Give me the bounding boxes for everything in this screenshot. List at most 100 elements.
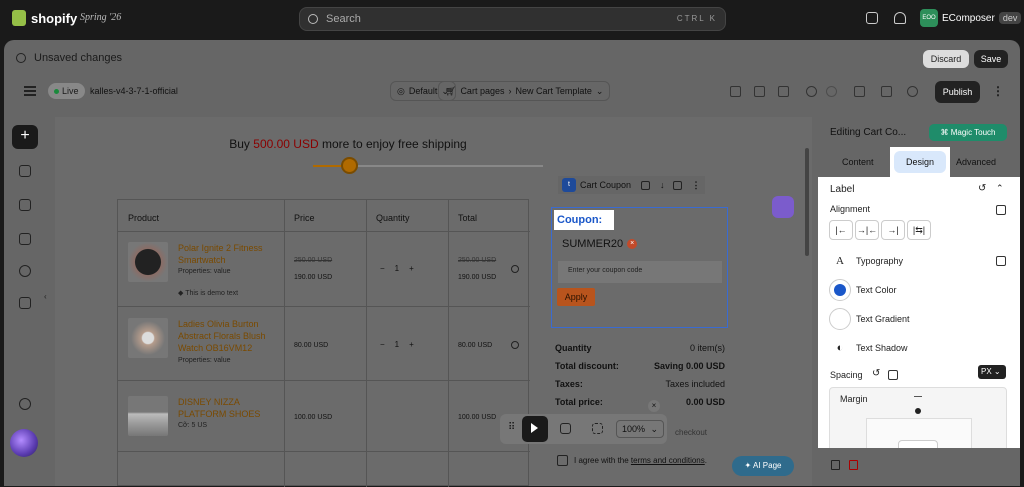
- discard-button[interactable]: Discard: [923, 50, 969, 68]
- product-name[interactable]: Polar Ignite 2 Fitness Smartwatch: [178, 242, 278, 266]
- history-icon[interactable]: [19, 265, 31, 277]
- text-shadow-icon: ◐: [836, 342, 844, 354]
- margin-link-icon[interactable]: [915, 408, 921, 414]
- hand-tool-icon[interactable]: [560, 423, 571, 434]
- tab-advanced[interactable]: Advanced: [956, 157, 996, 167]
- search-shortcut: CTRL K: [676, 14, 717, 23]
- fit-screen-icon[interactable]: [592, 423, 603, 434]
- text-gradient-label[interactable]: Text Gradient: [856, 314, 910, 324]
- coupon-label[interactable]: Coupon:: [554, 210, 614, 230]
- remove-item-icon[interactable]: [511, 265, 519, 273]
- content-box: [898, 440, 938, 448]
- product-name[interactable]: Ladies Olivia Burton Abstract Florals Bl…: [178, 318, 278, 354]
- add-element-button[interactable]: +: [12, 125, 38, 149]
- search-icon: [308, 14, 318, 24]
- tab-content[interactable]: Content: [842, 157, 874, 167]
- collapse-sidebar-icon[interactable]: ‹: [44, 292, 47, 301]
- product-image[interactable]: [128, 396, 168, 436]
- tab-design-label: Design: [894, 151, 946, 173]
- sparkle-icon[interactable]: [772, 196, 794, 218]
- delete-element-icon[interactable]: [849, 460, 858, 470]
- product-image[interactable]: [128, 242, 168, 282]
- margin-editor[interactable]: Margin: [829, 387, 1007, 448]
- settings-gear-icon[interactable]: [19, 398, 31, 410]
- quantity-stepper[interactable]: −1+: [380, 340, 424, 349]
- mobile-view-icon[interactable]: [778, 86, 789, 97]
- move-down-icon[interactable]: ↓: [660, 180, 665, 190]
- close-toolbar-icon[interactable]: ×: [648, 400, 660, 412]
- chevron-down-icon: ⌄: [650, 424, 658, 434]
- text-gradient-swatch[interactable]: [829, 308, 851, 330]
- menu-icon[interactable]: [24, 86, 36, 96]
- margin-top-value[interactable]: [914, 396, 922, 397]
- elements-icon[interactable]: [19, 165, 31, 177]
- inspector-footer: [818, 450, 1020, 486]
- shopify-logo[interactable]: shopify: [12, 10, 77, 26]
- free-shipping-message: Buy 500.00 USD more to enjoy free shippi…: [55, 137, 641, 151]
- unsaved-message: Unsaved changes: [34, 52, 123, 64]
- col-header-product: Product: [128, 213, 160, 223]
- tab-design[interactable]: Design: [890, 147, 950, 177]
- product-note-text: This is demo text: [185, 290, 239, 297]
- tablet-view-icon[interactable]: [754, 86, 765, 97]
- summary-label: Quantity: [555, 343, 592, 353]
- text-color-label[interactable]: Text Color: [856, 285, 897, 295]
- coupon-input[interactable]: Enter your coupon code: [558, 261, 722, 283]
- chevron-up-icon[interactable]: ⌃: [996, 183, 1004, 194]
- ai-assistant-orb[interactable]: [10, 429, 38, 457]
- assets-icon[interactable]: [19, 297, 31, 309]
- bell-icon[interactable]: [894, 12, 906, 24]
- text-shadow-label[interactable]: Text Shadow: [856, 343, 908, 353]
- remove-coupon-icon[interactable]: ×: [627, 239, 638, 249]
- align-center-button[interactable]: →|←: [855, 220, 879, 240]
- copy-icon[interactable]: [831, 460, 840, 470]
- brand-name: shopify: [31, 10, 78, 26]
- redo-icon[interactable]: [826, 86, 837, 97]
- magic-touch-button[interactable]: ⌘ Magic Touch: [929, 124, 1007, 141]
- inbox-icon[interactable]: [866, 12, 878, 24]
- product-name[interactable]: DISNEY NIZZA PLATFORM SHOES: [178, 396, 278, 420]
- sections-icon[interactable]: [19, 199, 31, 211]
- terms-link[interactable]: terms and conditions: [631, 456, 705, 465]
- layers-icon[interactable]: [19, 233, 31, 245]
- summary-row: Taxes: Taxes included: [555, 375, 725, 393]
- typography-label[interactable]: Typography: [856, 256, 903, 266]
- search-input[interactable]: Search CTRL K: [299, 7, 726, 31]
- ai-page-button[interactable]: ✦ AI Page: [732, 456, 794, 476]
- save-button[interactable]: Save: [974, 50, 1008, 68]
- duplicate-icon[interactable]: [641, 180, 651, 190]
- device-desktop-icon[interactable]: [996, 205, 1006, 215]
- desktop-view-icon[interactable]: [730, 86, 741, 97]
- remove-item-icon[interactable]: [511, 341, 519, 349]
- store-switcher[interactable]: EOO EComposer dev: [920, 9, 1022, 27]
- undo-icon[interactable]: [806, 86, 817, 97]
- unit-select[interactable]: PX ⌄: [978, 365, 1006, 379]
- reset-icon[interactable]: ↺: [978, 183, 986, 194]
- delete-icon[interactable]: [672, 180, 682, 190]
- canvas-scrollbar[interactable]: [805, 148, 809, 256]
- cart-coupon-element[interactable]: Coupon: SUMMER20 × Enter your coupon cod…: [551, 207, 728, 328]
- template-select[interactable]: 🛒︎ Cart pages › New Cart Template ⌄: [438, 81, 611, 101]
- terms-checkbox[interactable]: [557, 455, 568, 466]
- product-image[interactable]: [128, 318, 168, 358]
- reset-icon[interactable]: ↺: [872, 368, 880, 379]
- quantity-stepper[interactable]: −1+: [380, 264, 424, 273]
- device-desktop-icon[interactable]: [888, 370, 898, 380]
- more-options-icon[interactable]: ⋮: [692, 180, 701, 191]
- drag-handle-icon[interactable]: ⠿: [508, 422, 515, 433]
- apply-button[interactable]: Apply: [557, 288, 595, 306]
- settings-sliders-icon[interactable]: [854, 86, 865, 97]
- device-desktop-icon[interactable]: [996, 256, 1006, 266]
- checkout-button-partial[interactable]: checkout: [675, 428, 707, 437]
- more-menu-icon[interactable]: ⋮: [992, 84, 1004, 98]
- zoom-value: 100%: [622, 424, 646, 434]
- align-right-button[interactable]: →|: [881, 220, 905, 240]
- align-justify-button[interactable]: |⇆|: [907, 220, 931, 240]
- inspect-icon[interactable]: [881, 86, 892, 97]
- publish-button[interactable]: Publish: [935, 81, 980, 103]
- preview-eye-icon[interactable]: [907, 86, 918, 97]
- text-color-swatch[interactable]: [829, 279, 851, 301]
- zoom-select[interactable]: 100% ⌄: [616, 420, 664, 438]
- select-tool-icon[interactable]: [522, 416, 548, 442]
- align-left-button[interactable]: |←: [829, 220, 853, 240]
